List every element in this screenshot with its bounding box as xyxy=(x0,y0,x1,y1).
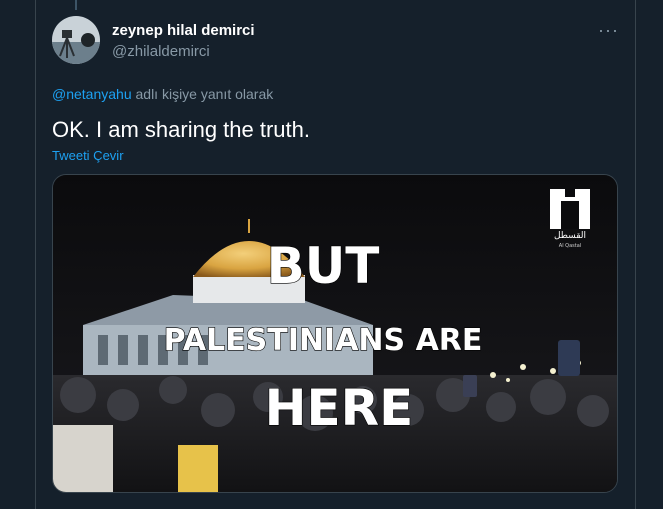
more-options-icon[interactable]: ··· xyxy=(598,20,619,41)
logo-latin-text: Al Qastal xyxy=(559,243,581,249)
timeline-border-left xyxy=(35,0,36,509)
timeline-border-right xyxy=(635,0,636,509)
video-media[interactable]: القسطل Al Qastal BUT PALESTINIANS ARE HE… xyxy=(52,174,618,493)
caption-line-1: BUT xyxy=(267,237,380,295)
tweet-text: OK. I am sharing the truth. xyxy=(52,117,311,142)
author-handle[interactable]: @zhilaldemirci xyxy=(112,43,210,60)
thread-connector-line xyxy=(75,0,77,10)
avatar-image xyxy=(52,16,100,64)
caption-line-3: HERE xyxy=(265,379,414,437)
translate-tweet-link[interactable]: Tweeti Çevir xyxy=(52,148,124,163)
reply-suffix-text: adlı kişiye yanıt olarak xyxy=(131,86,274,102)
channel-logo-icon xyxy=(550,189,590,229)
avatar[interactable] xyxy=(52,16,100,64)
author-name[interactable]: zeynep hilal demirci xyxy=(112,22,255,39)
reply-context: @netanyahu adlı kişiye yanıt olarak xyxy=(52,86,273,102)
caption-line-2: PALESTINIANS ARE xyxy=(164,323,483,358)
logo-arabic-text: القسطل xyxy=(554,231,586,241)
reply-mention-link[interactable]: @netanyahu xyxy=(52,86,132,102)
video-frame: القسطل Al Qastal BUT PALESTINIANS ARE HE… xyxy=(53,175,617,492)
